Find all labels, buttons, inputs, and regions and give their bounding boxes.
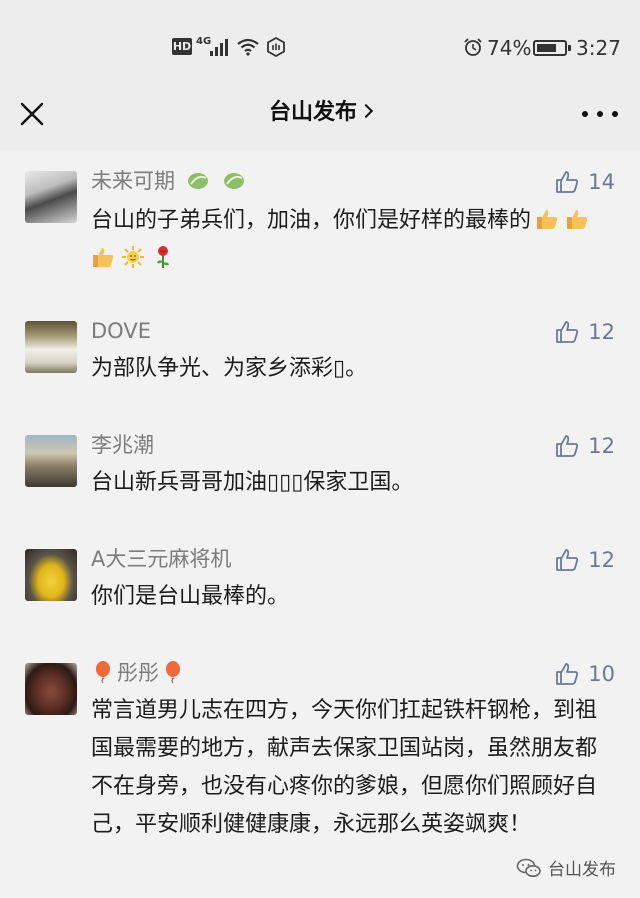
battery-level-fill xyxy=(537,44,556,52)
comment-text: 为部队争光、为家乡添彩▯。 xyxy=(91,356,368,381)
rose-emoji-icon xyxy=(157,246,169,268)
thumbs-up-icon xyxy=(556,663,579,685)
thumbs-up-emoji-icon xyxy=(93,248,114,267)
comment-list: 未来可期 14 台山的子弟兵们，加油，你们是好样的最棒的 DOVE 12 为部队… xyxy=(0,150,640,898)
shield-hex-icon xyxy=(267,37,285,57)
wechat-icon xyxy=(516,858,541,877)
like-count: 10 xyxy=(588,662,615,686)
thumbs-up-emoji-icon xyxy=(537,210,558,229)
clock-time: 3:27 xyxy=(576,36,621,60)
watermark: 台山发布 xyxy=(516,855,616,880)
thumbs-up-emoji-icon xyxy=(567,210,588,229)
comment-text: 你们是台山最棒的。 xyxy=(91,584,290,609)
watermark-label: 台山发布 xyxy=(548,860,616,880)
commenter-name[interactable]: 彤彤 xyxy=(91,659,191,687)
thumbs-up-icon xyxy=(556,549,579,571)
battery-icon xyxy=(533,40,571,56)
balloon-emoji-icon xyxy=(166,661,180,684)
like-count: 12 xyxy=(588,548,615,572)
like-button[interactable]: 12 xyxy=(554,545,615,575)
thumbs-up-icon xyxy=(556,171,579,193)
commenter-name-text: 彤彤 xyxy=(117,661,159,685)
avatar[interactable] xyxy=(25,435,77,487)
like-button[interactable]: 12 xyxy=(554,431,615,461)
comment-text: 台山新兵哥哥加油▯▯▯保家卫国。 xyxy=(91,470,414,495)
wifi-icon xyxy=(237,38,259,56)
sun-emoji-icon xyxy=(122,246,144,268)
like-count: 14 xyxy=(588,170,615,194)
like-button[interactable]: 12 xyxy=(554,317,615,347)
comment-text: 常言道男儿志在四方，今天你们扛起铁杆钢枪，到祖国最需要的地方，献声去保家卫国站岗… xyxy=(91,698,598,837)
leaf-emoji-icon xyxy=(224,173,245,189)
commenter-name[interactable]: DOVE xyxy=(91,317,151,345)
more-icon[interactable] xyxy=(582,102,618,126)
network-type-label: 4G xyxy=(196,36,212,47)
account-title[interactable]: 台山发布 xyxy=(0,98,640,128)
thumbs-up-icon xyxy=(556,435,579,457)
like-button[interactable]: 10 xyxy=(554,659,615,689)
leaf-emoji-icon xyxy=(187,173,208,189)
account-title-label: 台山发布 xyxy=(268,100,357,125)
commenter-name[interactable]: A大三元麻将机 xyxy=(91,545,231,573)
comment-text-body: 台山的子弟兵们，加油，你们是好样的最棒的 xyxy=(91,208,532,233)
balloon-emoji-icon xyxy=(96,661,110,684)
like-count: 12 xyxy=(588,320,615,344)
commenter-name[interactable]: 李兆潮 xyxy=(91,431,154,459)
signal-icon xyxy=(210,38,230,56)
chevron-right-icon xyxy=(358,103,374,119)
comment-text: 台山的子弟兵们，加油，你们是好样的最棒的 xyxy=(91,202,611,278)
avatar[interactable] xyxy=(25,663,77,715)
like-count: 12 xyxy=(588,434,615,458)
thumbs-up-icon xyxy=(556,321,579,343)
avatar[interactable] xyxy=(25,171,77,223)
nav-header: 台山发布 xyxy=(0,84,640,144)
avatar[interactable] xyxy=(25,321,77,373)
commenter-name-text: 未来可期 xyxy=(91,169,175,193)
alarm-icon xyxy=(464,38,482,56)
battery-percent: 74% xyxy=(487,36,532,60)
hd-icon: HD xyxy=(172,38,192,55)
avatar[interactable] xyxy=(25,549,77,601)
status-bar: HD 4G 74% 3:27 xyxy=(0,0,640,84)
like-button[interactable]: 14 xyxy=(554,167,615,197)
commenter-name[interactable]: 未来可期 xyxy=(91,167,252,195)
